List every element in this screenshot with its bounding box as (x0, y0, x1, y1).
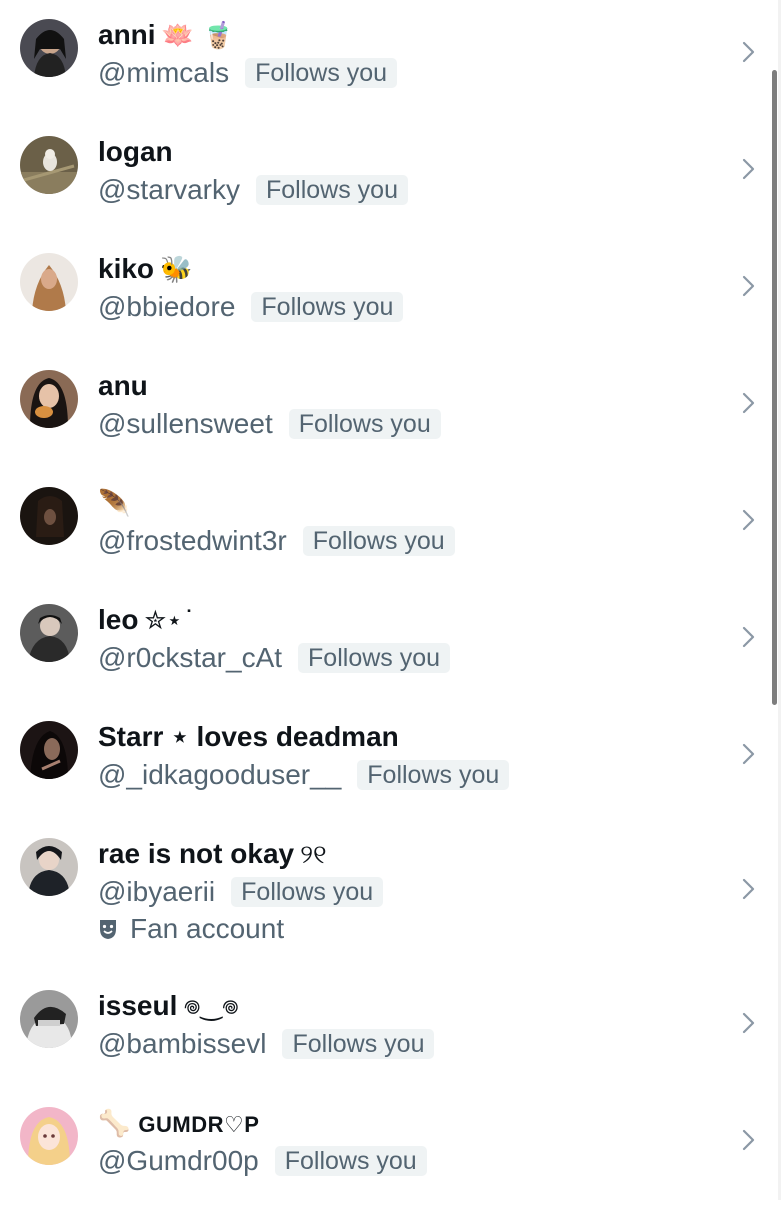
follows-you-badge: Follows you (357, 760, 510, 790)
username-handle: @bambissevl (98, 1028, 267, 1059)
username-handle: @_idkagooduser__ (98, 759, 342, 790)
chevron-right-icon[interactable] (736, 877, 760, 901)
display-name: rae is not okay ୨୧ (98, 838, 327, 870)
chevron-right-icon[interactable] (736, 1011, 760, 1035)
follows-you-badge: Follows you (245, 58, 398, 88)
user-row[interactable]: logan @starvarky Follows you (0, 135, 781, 245)
chevron-right-icon[interactable] (736, 274, 760, 298)
name-emoji: ✮⋆˙ (144, 606, 196, 636)
scrollbar[interactable] (772, 70, 777, 705)
follows-you-badge: Follows you (274, 1146, 427, 1176)
name-emoji: 🪶 (98, 489, 131, 519)
handle-line: @ibyaerii Follows you (98, 874, 384, 910)
avatar[interactable] (20, 19, 78, 77)
display-name: kiko 🐝 (98, 253, 193, 285)
follows-you-badge: Follows you (256, 175, 408, 205)
avatar[interactable] (20, 1107, 78, 1165)
username-handle: @sullensweet (98, 408, 273, 439)
name-emoji: 🪷 🧋 (161, 21, 235, 51)
user-row[interactable]: kiko 🐝 @bbiedore Follows you (0, 252, 781, 362)
username-handle: @r0ckstar_cAt (98, 642, 283, 673)
follows-you-badge: Follows you (231, 877, 384, 907)
avatar[interactable] (20, 370, 78, 428)
chevron-right-icon[interactable] (736, 742, 760, 766)
handle-line: @_idkagooduser__ Follows you (98, 757, 510, 793)
chevron-right-icon[interactable] (736, 625, 760, 649)
avatar[interactable] (20, 604, 78, 662)
follows-you-badge: Follows you (288, 409, 441, 439)
user-row[interactable]: Starr ⋆ loves deadman @_idkagooduser__ F… (0, 720, 781, 830)
chevron-right-icon[interactable] (736, 508, 760, 532)
name-emoji: ୨୧ (300, 840, 327, 870)
display-name: leo ✮⋆˙ (98, 604, 196, 636)
avatar[interactable] (20, 838, 78, 896)
name-emoji: 𖦹‿𖦹 (183, 992, 240, 1022)
user-row[interactable]: 🪶 @frostedwint3r Follows you (0, 486, 781, 596)
avatar[interactable] (20, 487, 78, 545)
user-row[interactable]: leo ✮⋆˙ @r0ckstar_cAt Follows you (0, 603, 781, 713)
user-row[interactable]: rae is not okay ୨୧ @ibyaerii Follows you … (0, 837, 781, 967)
display-name: anu (98, 370, 148, 401)
handle-line: @Gumdr00p Follows you (98, 1143, 427, 1179)
username-handle: @mimcals (98, 57, 230, 88)
avatar[interactable] (20, 253, 78, 311)
theater-mask-icon (100, 920, 116, 939)
display-name: logan (98, 136, 173, 167)
chevron-right-icon[interactable] (736, 1128, 760, 1152)
name-emoji: 🐝 (160, 255, 193, 285)
follows-you-badge: Follows you (298, 643, 451, 673)
user-row[interactable]: anni 🪷 🧋 @mimcals Follows you (0, 18, 781, 128)
follows-you-badge: Follows you (251, 292, 404, 322)
handle-line: @starvarky Follows you (98, 172, 408, 208)
display-name: anni 🪷 🧋 (98, 19, 235, 51)
handle-line: @bbiedore Follows you (98, 289, 404, 325)
username-handle: @ibyaerii (98, 876, 216, 907)
bio-label: Fan account (98, 912, 284, 946)
handle-line: @r0ckstar_cAt Follows you (98, 640, 451, 676)
avatar[interactable] (20, 990, 78, 1048)
user-row[interactable]: isseul 𖦹‿𖦹 @bambissevl Follows you (0, 989, 781, 1099)
chevron-right-icon[interactable] (736, 40, 760, 64)
follows-you-badge: Follows you (282, 1029, 435, 1059)
avatar[interactable] (20, 721, 78, 779)
handle-line: @sullensweet Follows you (98, 406, 441, 442)
bio-text: Fan account (130, 913, 285, 944)
handle-line: @bambissevl Follows you (98, 1026, 435, 1062)
username-handle: @Gumdr00p (98, 1145, 259, 1176)
display-name: Starr ⋆ loves deadman (98, 721, 399, 752)
chevron-right-icon[interactable] (736, 157, 760, 181)
username-handle: @bbiedore (98, 291, 236, 322)
name-emoji: 🦴 (98, 1109, 131, 1139)
avatar[interactable] (20, 136, 78, 194)
follows-you-badge: Follows you (302, 526, 455, 556)
display-name: 🦴 GUMDR♡P (98, 1109, 260, 1139)
display-name: 🪶 (98, 486, 130, 521)
handle-line: @mimcals Follows you (98, 55, 398, 91)
user-row[interactable]: anu @sullensweet Follows you (0, 369, 781, 479)
handle-line: @frostedwint3r Follows you (98, 523, 455, 559)
chevron-right-icon[interactable] (736, 391, 760, 415)
display-name: isseul 𖦹‿𖦹 (98, 990, 240, 1022)
username-handle: @starvarky (98, 174, 240, 205)
username-handle: @frostedwint3r (98, 525, 287, 556)
